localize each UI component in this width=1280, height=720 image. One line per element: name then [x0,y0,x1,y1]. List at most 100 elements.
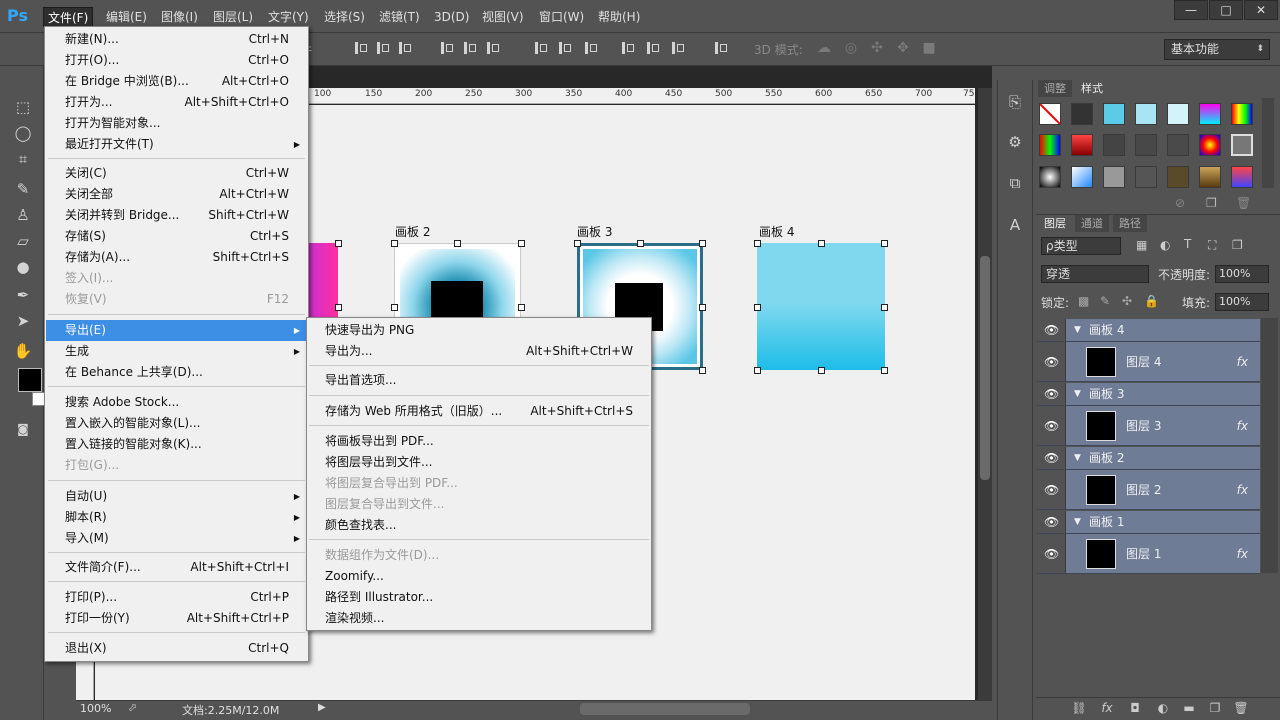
horizontal-scroll-thumb[interactable] [580,703,750,715]
submenu-item-paths-illustrator[interactable]: 路径到 Illustrator... [307,587,651,608]
crop-tool-icon[interactable]: ⌗ [12,148,34,170]
distribute-right-icon[interactable] [670,40,686,56]
menu-type[interactable]: 文字(Y) [264,7,313,27]
close-button[interactable]: ✕ [1244,0,1278,20]
menu-select[interactable]: 选择(S) [320,7,369,27]
eraser-tool-icon[interactable]: ▱ [12,230,34,252]
style-swatch[interactable] [1071,134,1093,156]
new-layer-icon[interactable]: ❐ [1206,700,1224,716]
menu-item-generate[interactable]: 生成 ▶ [46,341,307,362]
delete-layer-icon[interactable]: 🗑 [1232,700,1250,716]
menu-item-browse-bridge[interactable]: 在 Bridge 中浏览(B)... Alt+Ctrl+O [46,71,307,92]
layer-group-row[interactable]: 👁 ▼ 画板 4 [1036,319,1260,342]
styles-scrollbar[interactable] [1262,98,1274,188]
menu-item-save-as[interactable]: 存储为(A)... Shift+Ctrl+S [46,247,307,268]
fill-input[interactable]: 100% [1215,293,1269,311]
status-menu-arrow-icon[interactable]: ▶ [318,702,326,713]
export-status-icon[interactable]: ⬀ [128,701,137,714]
transform-handle[interactable] [699,240,706,247]
transform-handle[interactable] [574,240,581,247]
style-swatch[interactable] [1167,103,1189,125]
menu-item-open-as[interactable]: 打开为... Alt+Shift+Ctrl+O [46,92,307,113]
type-filter-icon[interactable]: T [1184,237,1191,251]
align-left-icon[interactable] [439,40,455,56]
layer-group-row[interactable]: 👁 ▼ 画板 2 [1036,447,1260,470]
style-swatch[interactable] [1199,134,1221,156]
smart-filter-icon[interactable]: ❐ [1232,238,1243,252]
distribute-left-icon[interactable] [620,40,636,56]
style-swatch[interactable] [1103,103,1125,125]
menu-item-place-linked[interactable]: 置入链接的智能对象(K)... [46,434,307,455]
hand-tool-icon[interactable]: ✋ [12,340,34,362]
maximize-button[interactable]: □ [1209,0,1243,20]
shape-filter-icon[interactable]: ⛶ [1208,238,1216,253]
menu-item-close[interactable]: 关闭(C) Ctrl+W [46,163,307,184]
menu-item-import[interactable]: 导入(M) ▶ [46,528,307,549]
menu-item-file-info[interactable]: 文件简介(F)... Alt+Shift+Ctrl+I [46,557,307,578]
align-vcenter-icon[interactable] [375,40,391,56]
style-swatch[interactable] [1071,103,1093,125]
transform-handle[interactable] [754,367,761,374]
tab-channels[interactable]: 通道 [1075,215,1109,232]
transform-handle[interactable] [881,367,888,374]
style-swatch[interactable] [1135,103,1157,125]
menu-item-scripts[interactable]: 脚本(R) ▶ [46,507,307,528]
menu-window[interactable]: 窗口(W) [535,7,588,27]
new-adjustment-icon[interactable]: ◐ [1154,700,1172,716]
menu-file[interactable]: 文件(F) [43,7,94,27]
transform-handle[interactable] [454,240,461,247]
transform-handle[interactable] [637,240,644,247]
style-swatch[interactable] [1167,166,1189,188]
transform-handle[interactable] [881,240,888,247]
new-style-icon[interactable]: ❐ [1206,196,1217,210]
tab-adjustments[interactable]: 调整 [1038,80,1072,97]
libraries-icon[interactable]: ⧉ [1004,172,1026,194]
menu-item-close-go-bridge[interactable]: 关闭并转到 Bridge... Shift+Ctrl+W [46,205,307,226]
distribute-hcenter-icon[interactable] [645,40,661,56]
no-style-icon[interactable]: ⊘ [1175,196,1185,210]
opacity-input[interactable]: 100% [1215,265,1269,283]
marquee-tool-icon[interactable]: ⬚ [12,96,34,118]
menu-item-export[interactable]: 导出(E) ▶ [46,320,307,341]
adjustment-filter-icon[interactable]: ◐ [1160,238,1170,252]
blur-tool-icon[interactable]: ● [12,256,34,278]
submenu-item-export-prefs[interactable]: 导出首选项... [307,370,651,391]
menu-item-print-one[interactable]: 打印一份(Y) Alt+Shift+Ctrl+P [46,608,307,629]
menu-item-open[interactable]: 打开(O)... Ctrl+O [46,50,307,71]
style-swatch[interactable] [1231,134,1253,156]
style-swatch[interactable] [1231,166,1253,188]
menu-item-search-stock[interactable]: 搜索 Adobe Stock... [46,392,307,413]
menu-filter[interactable]: 滤镜(T) [375,7,424,27]
style-swatch[interactable] [1039,166,1061,188]
menu-item-save[interactable]: 存储(S) Ctrl+S [46,226,307,247]
artboard-4[interactable] [757,243,885,370]
style-swatch[interactable] [1199,166,1221,188]
submenu-item-render-video[interactable]: 渲染视频... [307,608,651,629]
menu-item-share-behance[interactable]: 在 Behance 上共享(D)... [46,362,307,383]
menu-item-close-all[interactable]: 关闭全部 Alt+Ctrl+W [46,184,307,205]
quick-mask-icon[interactable]: ◙ [12,418,34,440]
layer-row[interactable]: 👁 图层 3 fx [1036,406,1260,446]
character-icon[interactable]: A [1004,214,1026,236]
healing-brush-icon[interactable]: ✎ [12,178,34,200]
menu-view[interactable]: 视图(V) [478,7,528,27]
menu-image[interactable]: 图像(I) [157,7,202,27]
history-icon[interactable]: ⎘ [1004,91,1026,113]
vertical-scroll-thumb[interactable] [980,256,990,480]
layer-row[interactable]: 👁 图层 2 fx [1036,470,1260,510]
workspace-select[interactable]: 基本功能 ⬍ [1164,39,1270,60]
zoom-level[interactable]: 100% [80,702,111,715]
slide-3d-icon[interactable]: ✥ [894,40,912,56]
add-mask-icon[interactable]: ◘ [1126,700,1144,716]
lock-position-icon[interactable]: ✣ [1122,294,1132,308]
add-style-icon[interactable]: fx [1098,700,1116,716]
transform-handle[interactable] [881,304,888,311]
style-swatch[interactable] [1103,166,1125,188]
menu-item-open-smart-object[interactable]: 打开为智能对象... [46,113,307,134]
style-swatch[interactable] [1103,134,1125,156]
align-hcenter-icon[interactable] [462,40,478,56]
transform-handle[interactable] [335,304,342,311]
style-swatch[interactable] [1199,103,1221,125]
image-filter-icon[interactable]: ▦ [1136,238,1147,252]
pen-tool-icon[interactable]: ✒ [12,284,34,306]
